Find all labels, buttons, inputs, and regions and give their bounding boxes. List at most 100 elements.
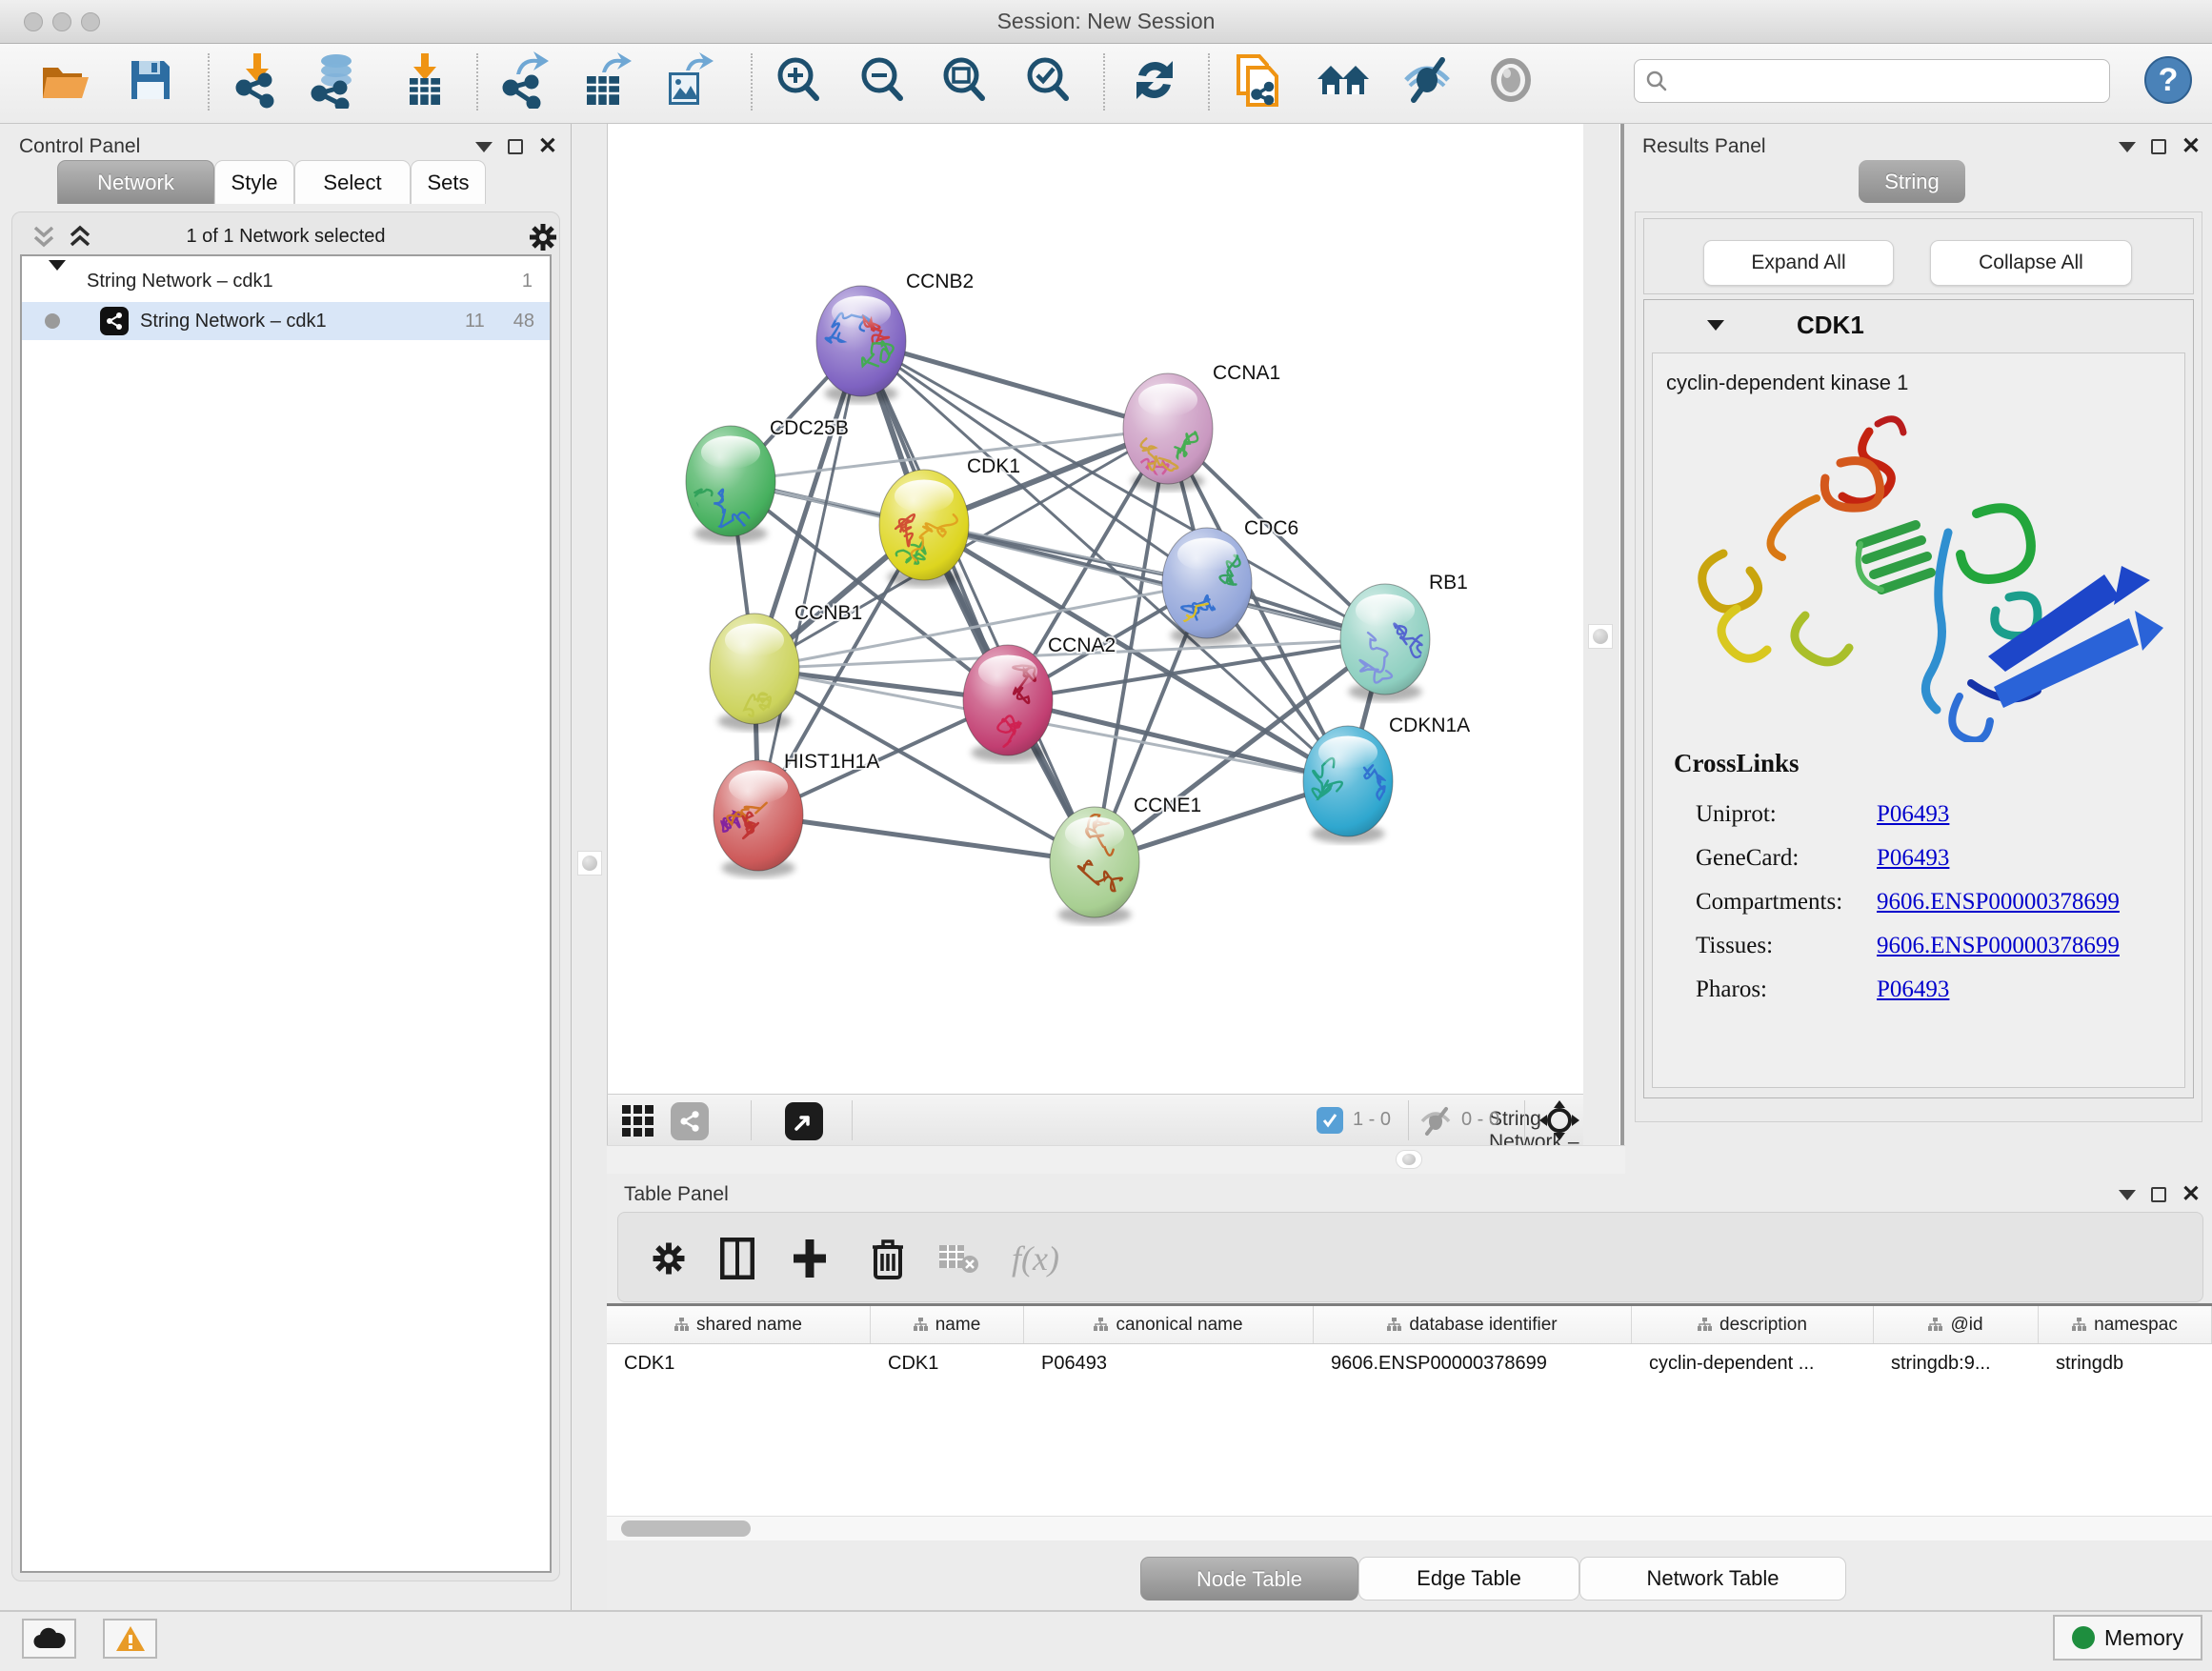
crosslink-link[interactable]: P06493: [1877, 976, 1949, 1003]
cell-description[interactable]: cyclin-dependent ...: [1632, 1344, 1874, 1382]
delete-column-button[interactable]: [864, 1232, 912, 1284]
zoom-in-button[interactable]: [770, 50, 827, 111]
network-node-cdkn1a[interactable]: CDKN1A: [1303, 715, 1470, 843]
network-share-view-icon[interactable]: [671, 1102, 709, 1140]
help-button[interactable]: ?: [2140, 50, 2197, 111]
cell-namespac[interactable]: stringdb: [2039, 1344, 2212, 1382]
grid-view-icon[interactable]: [621, 1104, 655, 1138]
refresh-button[interactable]: [1126, 50, 1183, 111]
right-splitter-handle[interactable]: [1588, 624, 1613, 649]
show-graphics-button[interactable]: [1482, 50, 1539, 111]
table-options-button[interactable]: [645, 1232, 693, 1284]
show-columns-button[interactable]: [714, 1232, 761, 1284]
results-panel-float-icon[interactable]: [2151, 139, 2166, 154]
warning-status-button[interactable]: [103, 1619, 157, 1659]
network-node-ccne1[interactable]: CCNE1: [1050, 795, 1201, 924]
birds-eye-view-icon[interactable]: [785, 1102, 823, 1140]
tab-sets[interactable]: Sets: [411, 160, 486, 204]
horizontal-splitter-handle[interactable]: [1396, 1150, 1422, 1169]
network-node-cdk1[interactable]: CDK1: [879, 455, 1020, 587]
column-header--id[interactable]: @id: [1874, 1306, 2039, 1343]
toolbar-separator: [1208, 53, 1210, 111]
zoom-fit-button[interactable]: [935, 50, 993, 111]
left-splitter-handle[interactable]: [577, 851, 602, 876]
delete-table-button[interactable]: [935, 1232, 982, 1284]
import-network-from-database-button[interactable]: [307, 50, 364, 111]
cell-database-identifier[interactable]: 9606.ENSP00000378699: [1314, 1344, 1632, 1382]
import-network-button[interactable]: [229, 50, 286, 111]
control-panel-collapse-icon[interactable]: [475, 142, 493, 152]
crosslink-link[interactable]: 9606.ENSP00000378699: [1877, 933, 2120, 959]
control-panel-close-icon[interactable]: ✕: [538, 139, 557, 154]
column-header-description[interactable]: description: [1632, 1306, 1874, 1343]
tab-network-table[interactable]: Network Table: [1579, 1557, 1846, 1601]
network-options-gear-icon[interactable]: [527, 221, 559, 253]
selected-checkbox-icon[interactable]: [1317, 1107, 1343, 1134]
network-node-cdc6[interactable]: CDC6: [1162, 517, 1298, 656]
results-panel-close-icon[interactable]: ✕: [2182, 139, 2201, 154]
table-row[interactable]: CDK1CDK1P064939606.ENSP00000378699cyclin…: [607, 1344, 2212, 1382]
network-view-canvas[interactable]: CCNB2 CCNA1 CDC25BCDK1 CDC6 RB1 CCNB1 CCNA2 CDK…: [607, 124, 1583, 1094]
cell-canonical-name[interactable]: P06493: [1024, 1344, 1314, 1382]
expand-all-button[interactable]: Expand All: [1703, 240, 1894, 286]
save-session-button[interactable]: [122, 50, 179, 111]
crosslink-link[interactable]: 9606.ENSP00000378699: [1877, 889, 2120, 916]
network-node-rb1[interactable]: RB1: [1340, 572, 1468, 701]
left-splitter[interactable]: [573, 124, 607, 1610]
network-tree-root-row[interactable]: String Network – cdk1 1: [22, 262, 550, 300]
control-panel-float-icon[interactable]: [508, 139, 523, 154]
cell--id[interactable]: stringdb:9...: [1874, 1344, 2039, 1382]
gene-collapse-icon[interactable]: [1707, 320, 1724, 331]
crosslink-link[interactable]: P06493: [1877, 801, 1949, 828]
cell-shared-name[interactable]: CDK1: [607, 1344, 871, 1382]
tab-string[interactable]: String: [1859, 160, 1965, 203]
results-panel-divider[interactable]: [1619, 124, 1624, 1174]
zoom-out-button[interactable]: [854, 50, 911, 111]
open-session-button[interactable]: [36, 50, 93, 111]
string-network-graph[interactable]: CCNB2 CCNA1 CDC25BCDK1 CDC6 RB1 CCNB1 CCNA2 CDK…: [608, 124, 1584, 1094]
column-header-shared-name[interactable]: shared name: [607, 1306, 871, 1343]
network-node-cdc25b[interactable]: CDC25B: [681, 417, 849, 543]
network-node-ccna1[interactable]: CCNA1: [1123, 362, 1280, 491]
export-image-button[interactable]: [659, 50, 716, 111]
scrollbar-thumb[interactable]: [621, 1520, 751, 1537]
search-input[interactable]: [1669, 70, 2109, 92]
collapse-all-button[interactable]: Collapse All: [1930, 240, 2132, 286]
create-column-button[interactable]: [786, 1232, 834, 1284]
tab-style[interactable]: Style: [214, 160, 294, 204]
column-header-canonical-name[interactable]: canonical name: [1024, 1306, 1314, 1343]
gene-card-header[interactable]: CDK1: [1644, 300, 2193, 350]
export-network-button[interactable]: [495, 50, 553, 111]
function-builder-button[interactable]: f(x): [997, 1232, 1074, 1284]
network-node-ccnb1[interactable]: CCNB1: [710, 602, 862, 731]
table-panel-collapse-icon[interactable]: [2119, 1190, 2136, 1200]
results-panel-collapse-icon[interactable]: [2119, 142, 2136, 152]
import-table-button[interactable]: [396, 50, 453, 111]
tab-network[interactable]: Network: [57, 160, 214, 204]
network-node-hist1h1a[interactable]: HIST1H1A: [713, 751, 880, 877]
network-node-ccna2[interactable]: CCNA2: [963, 634, 1116, 762]
cloud-status-button[interactable]: [22, 1619, 76, 1659]
cell-name[interactable]: CDK1: [871, 1344, 1024, 1382]
crosslink-link[interactable]: P06493: [1877, 845, 1949, 872]
tab-node-table[interactable]: Node Table: [1140, 1557, 1358, 1601]
right-splitter[interactable]: [1583, 124, 1619, 1174]
home-layout-button[interactable]: [1315, 50, 1372, 111]
memory-button[interactable]: Memory: [2053, 1615, 2202, 1661]
column-header-name[interactable]: name: [871, 1306, 1024, 1343]
zoom-selected-button[interactable]: [1019, 50, 1076, 111]
network-tree-child-row[interactable]: String Network – cdk1 11 48: [22, 302, 550, 340]
table-panel-close-icon[interactable]: ✕: [2182, 1187, 2201, 1202]
move-crosshair-icon[interactable]: [1539, 1100, 1579, 1140]
hide-unhide-button[interactable]: [1398, 50, 1456, 111]
table-horizontal-scrollbar[interactable]: [607, 1516, 2212, 1540]
column-header-namespac[interactable]: namespac: [2039, 1306, 2212, 1343]
tab-select[interactable]: Select: [294, 160, 411, 204]
network-node-ccnb2[interactable]: CCNB2: [816, 271, 974, 403]
table-panel-float-icon[interactable]: [2151, 1187, 2166, 1202]
column-header-database-identifier[interactable]: database identifier: [1314, 1306, 1632, 1343]
duplicate-network-button[interactable]: [1229, 50, 1286, 111]
tree-expand-icon[interactable]: [49, 271, 66, 292]
export-table-button[interactable]: [577, 50, 634, 111]
tab-edge-table[interactable]: Edge Table: [1358, 1557, 1579, 1601]
